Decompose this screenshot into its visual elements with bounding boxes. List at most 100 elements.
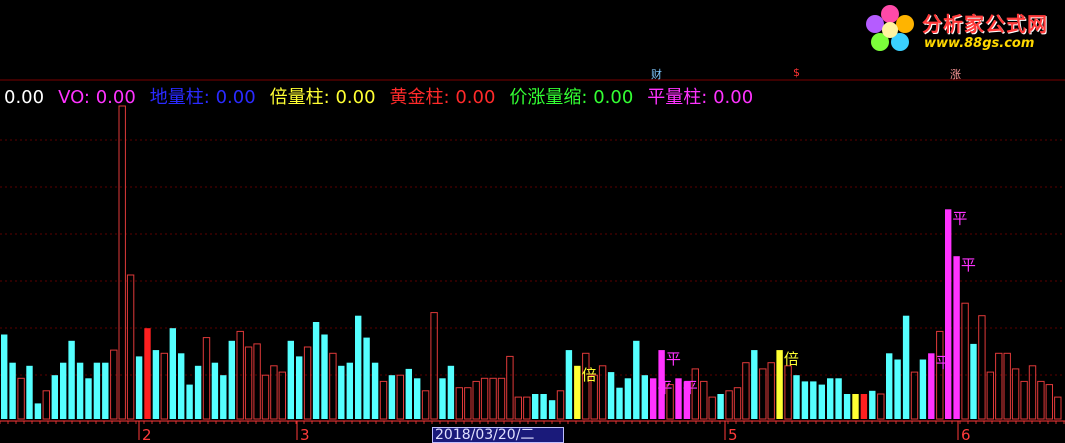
volume-bar [995,352,1003,420]
volume-bar [253,343,261,420]
event-tag: $ [793,66,800,79]
volume-bar [152,350,160,419]
volume-bar [1028,365,1037,420]
volume-bar [26,365,33,419]
volume-bar [843,394,851,419]
legend-value: 0.00 [335,87,376,108]
volume-bar [118,105,126,420]
volume-bar [303,346,312,420]
volume-bar [607,372,615,419]
volume-bar [514,396,522,420]
volume-bar [978,315,986,420]
volume-bar [1003,352,1011,420]
volume-bar [919,359,927,419]
volume-bar [582,352,590,420]
volume-bar [144,328,151,419]
volume-bar [17,377,25,420]
volume-bar [869,390,876,419]
volume-bar [371,362,379,419]
volume-bar [60,362,67,419]
volume-bar [1045,384,1053,420]
volume-bar [211,362,219,419]
volume-bar [565,350,573,419]
volume-bar [540,394,547,419]
volume-bar [1,334,8,419]
bar-annotation: 平 [657,378,672,396]
volume-bar [169,328,176,419]
volume-bar [338,365,345,419]
volume-bar [194,365,202,419]
volume-bar [827,378,834,419]
indicator-legend: 0.00 VO: 0.00 地量柱: 0.00 倍量柱: 0.00 黄金柱: 0.00 价… [4,83,767,109]
legend-item: 0.00 [4,87,44,108]
volume-bar [379,380,388,420]
volume-bar [532,394,539,419]
volume-bar [296,356,303,419]
month-label: 6 [961,426,971,440]
volume-bar [34,403,42,419]
legend-label: 黄金柱: [389,87,456,108]
volume-bar [818,384,825,419]
legend-value: 0.00 [4,87,45,108]
bar-annotation: 平 [952,209,967,227]
volume-bar [751,350,758,419]
volume-bar [489,377,497,420]
volume-bar [464,387,472,420]
bar-annotation: 倍 [582,366,597,384]
volume-bar [261,374,270,420]
volume-bar [85,378,92,419]
volume-bar [759,368,767,420]
volume-bar [228,340,235,420]
volume-bar [421,390,430,420]
volume-chart: 倍平平平倍 平平平 2356 [0,79,1065,440]
volume-bar [1020,380,1028,420]
volume-bar [405,368,412,419]
volume-bar [480,377,489,420]
legend-item: 价涨量缩: 0.00 [509,87,633,108]
volume-bar [624,378,632,419]
legend-value: 0.00 [713,87,754,108]
volume-bar [126,274,135,420]
volume-bar [355,315,362,419]
site-logo: 分析家公式网 www.88gs.com [862,2,1062,58]
volume-bar [574,365,581,419]
bar-annotation: 倍 [784,350,799,368]
volume-bar [346,362,353,419]
volume-bar [430,312,438,420]
volume-bar [616,387,623,419]
volume-bar [767,362,775,420]
volume-bar [986,371,994,420]
volume-bar [793,375,800,419]
volume-bar [877,393,885,420]
volume-bar [51,375,58,419]
volume-bar [178,353,185,419]
legend-item: 地量柱: 0.00 [150,87,256,108]
legend-label: 地量柱: [149,87,216,108]
volume-bar [68,340,75,420]
volume-bar [42,390,50,420]
volume-bar [202,337,211,420]
legend-label: 平量柱: [647,87,714,108]
event-tag: 财 [651,68,662,81]
volume-bar [742,362,750,420]
volume-bar [93,362,101,419]
volume-bar [961,302,969,420]
legend-value: 0.00 [215,87,256,108]
volume-bar [312,322,320,419]
volume-bar [675,378,682,419]
volume-bar [548,400,556,419]
volume-bar [945,209,952,419]
logo-title: 分析家公式网 [922,12,1048,36]
volume-bar [902,315,910,419]
volume-bar [287,340,294,420]
legend-value: 0.00 [593,87,634,108]
volume-bar [278,371,287,420]
legend-item: 黄金柱: 0.00 [390,87,496,108]
volume-bar [886,353,893,419]
volume-bar [835,378,842,419]
volume-bar [270,365,278,420]
volume-bar [1011,368,1020,420]
volume-bar [894,359,901,419]
legend-label: 价涨量缩: [509,87,594,108]
legend-value: 0.00 [455,87,496,108]
